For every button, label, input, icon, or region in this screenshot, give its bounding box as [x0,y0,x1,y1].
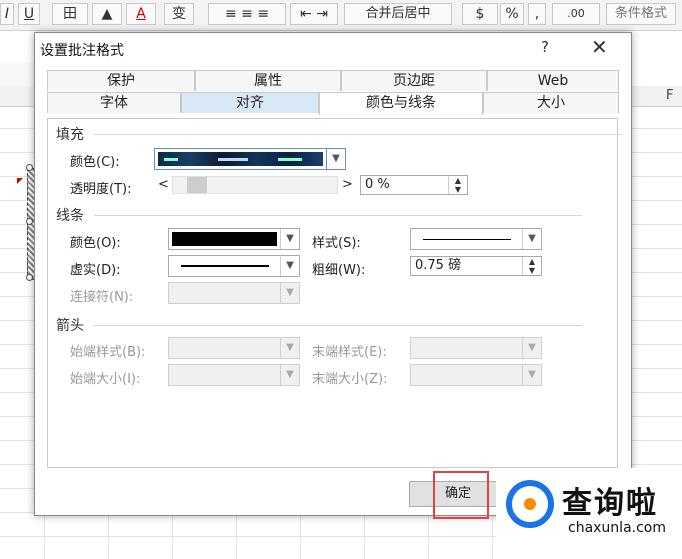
chevron-down-icon[interactable]: ▼ [280,256,299,276]
tab-margins[interactable]: 页边距 [341,70,487,91]
percent-button[interactable]: % [500,3,524,25]
chevron-down-icon[interactable]: ▼ [522,229,541,249]
chevron-down-icon: ▼ [280,283,299,303]
conditional-format-button[interactable]: 条件格式 [606,3,676,25]
tab-alignment[interactable]: 对齐 [181,92,319,113]
begin-style-picker[interactable]: ▼ [168,337,300,359]
connector-label: 连接符(N): [70,290,134,305]
begin-size-picker[interactable]: ▼ [168,364,300,386]
line-style-sample [423,239,511,240]
chaxunla-logo-icon [506,480,554,528]
spinner-icon[interactable]: ▲ ▼ [448,176,467,194]
transparency-input[interactable]: 0 % ▲ ▼ [360,175,468,195]
tab-protection[interactable]: 保护 [47,70,195,91]
dialog-titlebar[interactable]: 设置批注格式 ? ✕ [35,33,631,63]
close-button[interactable]: ✕ [591,35,608,59]
ok-button[interactable]: 确定 [409,481,507,507]
chevron-down-icon[interactable]: ▼ [280,229,299,249]
end-size-picker[interactable]: ▼ [410,364,542,386]
align-buttons[interactable]: ≡ ≡ ≡ [208,3,286,25]
tab-font[interactable]: 字体 [47,92,181,113]
color-swatch [172,232,277,246]
slider-right-arrow[interactable]: > [342,177,353,192]
dash-sample [181,265,269,267]
excel-ribbon: I U 田 ▲ A 变 ≡ ≡ ≡ ⇤ ⇥ 合并后居中 $ % , .00 条件… [0,0,682,31]
line-divider [94,215,582,216]
weight-label: 粗细(W): [312,263,366,278]
chevron-down-icon: ▼ [280,365,299,385]
underline-button[interactable]: U [18,3,40,25]
italic-button[interactable]: I [0,3,14,25]
comma-button[interactable]: , [528,3,546,25]
watermark-url: chaxunla.com [568,520,666,536]
font-color-button[interactable]: A [126,3,156,25]
arrows-divider [94,325,582,326]
tab-colors-lines[interactable]: 颜色与线条 [319,92,483,115]
decimal-buttons[interactable]: .00 [552,3,600,25]
spinner-icon[interactable]: ▲ ▼ [522,257,541,275]
chevron-down-icon: ▼ [280,338,299,358]
fill-section-title: 填充 [56,127,84,143]
end-style-picker[interactable]: ▼ [410,337,542,359]
resize-handle[interactable] [26,274,33,281]
chevron-down-icon: ▼ [522,365,541,385]
line-color-picker[interactable]: ▼ [168,228,300,250]
transparency-slider[interactable] [172,176,338,194]
chevron-down-icon[interactable]: ▼ [326,149,345,169]
fill-color-picker[interactable]: ▼ [154,148,346,170]
line-color-label: 颜色(O): [70,236,121,251]
merge-center-button[interactable]: 合并后居中 [344,3,452,25]
tab-panel-colors-lines: 填充 颜色(C): ▼ 透明度(T): < > 0 % ▲ ▼ 线条 颜色(O):… [47,118,622,468]
watermark: 查询啦 chaxunla.com [496,468,682,559]
begin-style-label: 始端样式(B): [70,345,146,360]
fill-color-button[interactable]: ▲ [92,3,122,25]
resize-handle[interactable] [26,164,33,171]
dash-label: 虚实(D): [70,263,121,278]
indent-buttons[interactable]: ⇤ ⇥ [290,3,338,25]
border-button[interactable]: 田 [52,3,88,25]
column-letter: F [666,88,674,103]
tab-size[interactable]: 大小 [483,92,619,113]
line-section-title: 线条 [56,208,84,224]
watermark-name: 查询啦 [562,486,658,521]
currency-button[interactable]: $ [462,3,498,25]
resize-handle[interactable] [26,218,33,225]
fill-color-label: 颜色(C): [70,155,120,170]
weight-input[interactable]: 0.75 磅 ▲ ▼ [410,256,542,276]
slider-thumb[interactable] [187,177,207,193]
connector-picker[interactable]: ▼ [168,282,300,304]
transparency-label: 透明度(T): [70,182,132,197]
tab-properties[interactable]: 属性 [195,70,341,91]
begin-size-label: 始端大小(I): [70,372,141,387]
dash-picker[interactable]: ▼ [168,255,300,277]
line-style-label: 样式(S): [312,236,361,251]
fill-divider [94,134,622,135]
dialog-title: 设置批注格式 [40,43,124,59]
comment-indicator [17,178,23,184]
chevron-down-icon: ▼ [522,338,541,358]
end-style-label: 末端样式(E): [312,345,387,360]
fill-texture-preview [158,152,323,166]
tab-web[interactable]: Web [487,70,619,91]
phonetic-button[interactable]: 变 [164,3,194,25]
end-size-label: 末端大小(Z): [312,372,388,387]
help-button[interactable]: ? [541,38,549,56]
format-comment-dialog: 设置批注格式 ? ✕ 保护 属性 页边距 Web 字体 对齐 颜色与线条 大小 … [34,32,632,519]
arrows-section-title: 箭头 [56,318,84,334]
slider-left-arrow[interactable]: < [158,177,169,192]
line-style-picker[interactable]: ▼ [410,228,542,250]
